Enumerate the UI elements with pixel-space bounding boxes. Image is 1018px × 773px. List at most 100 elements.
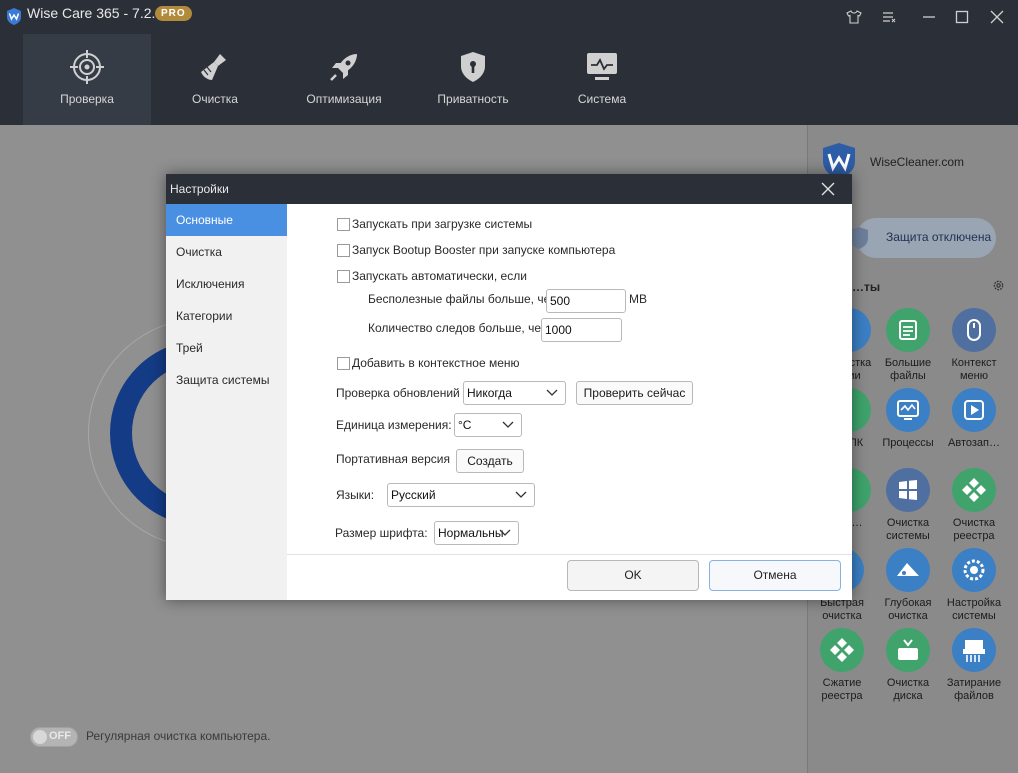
sidebar-item-tray[interactable]: Трей (166, 332, 287, 364)
bootup-booster-checkbox[interactable] (337, 243, 350, 257)
monitor-icon (587, 53, 617, 80)
tshirt-icon[interactable] (843, 6, 865, 28)
bootup-booster-option[interactable]: Запуск Bootup Booster при запуске компью… (337, 242, 615, 258)
language-label: Языки: (336, 488, 375, 502)
bootup-booster-label: Запуск Bootup Booster при запуске компью… (352, 243, 616, 257)
tool-item[interactable]: Затирание файлов (941, 628, 1007, 703)
tool-label: Глубокая очистка (884, 597, 932, 622)
unit-select[interactable]: °C (454, 413, 522, 437)
title-bar: Wise Care 365 - 7.2.6 PRO (0, 0, 1018, 34)
nav-optimize-label: Оптимизация (306, 92, 382, 106)
junk-files-input[interactable] (546, 289, 626, 313)
target-icon (70, 50, 104, 84)
chevron-down-icon (499, 529, 511, 536)
auto-run-option[interactable]: Запускать автоматически, если (337, 268, 527, 284)
context-menu-checkbox[interactable] (337, 356, 350, 370)
sidebar-item-system-protection[interactable]: Защита системы (166, 364, 287, 396)
shield-lock-icon (461, 52, 485, 82)
dialog-footer-divider (287, 554, 852, 555)
tool-item[interactable]: Автозап… (941, 388, 1007, 450)
disk-icon (886, 628, 930, 672)
registry-defrag-icon (820, 628, 864, 672)
startup-icon (952, 388, 996, 432)
font-size-value: Нормальны (438, 526, 504, 540)
font-size-select[interactable]: Нормальны (434, 521, 519, 545)
tools-title: …ты (852, 280, 881, 294)
settings-body: Запускать при загрузке системы Запуск Bo… (287, 204, 852, 600)
tool-item[interactable]: Контекст меню (941, 308, 1007, 383)
tool-item[interactable]: Очистка системы (875, 468, 941, 543)
chevron-down-icon (546, 389, 558, 396)
maximize-button[interactable] (951, 6, 973, 28)
tool-label: Очистка диска (886, 677, 930, 702)
nav-privacy-label: Приватность (437, 92, 509, 106)
gear-icon[interactable] (992, 279, 1005, 292)
menu-icon[interactable] (878, 6, 900, 28)
language-select[interactable]: Русский (387, 483, 535, 507)
unit-value: °C (458, 418, 472, 432)
rocket-icon (330, 54, 357, 81)
tool-item[interactable]: Глубокая очистка (875, 548, 941, 623)
app-logo-icon (7, 8, 21, 25)
dialog-title: Настройки (170, 182, 229, 196)
sidebar-item-categories[interactable]: Категории (166, 300, 287, 332)
nav-clean-label: Очистка (192, 92, 238, 106)
start-on-boot-checkbox[interactable] (337, 217, 350, 231)
sidebar-item-general[interactable]: Основные (166, 204, 287, 236)
nav-system-label: Система (577, 92, 627, 106)
tool-item[interactable]: Процессы (875, 388, 941, 450)
tool-label: Очистка реестра (952, 517, 996, 542)
traces-input[interactable] (541, 318, 622, 342)
traces-label: Количество следов больше, чем (368, 321, 550, 335)
dialog-close-icon[interactable] (818, 179, 838, 199)
tool-label: Настройка системы (946, 597, 1002, 622)
toggle-knob (33, 730, 47, 744)
context-menu-option[interactable]: Добавить в контекстное меню (337, 355, 520, 371)
mouse-icon (952, 308, 996, 352)
chevron-down-icon (502, 421, 514, 428)
create-portable-button[interactable]: Создать (456, 449, 524, 473)
tool-label: Сжатие реестра (821, 677, 863, 702)
sidebar-item-exclusions[interactable]: Исключения (166, 268, 287, 300)
tool-item[interactable]: Настройка системы (941, 548, 1007, 623)
start-on-boot-option[interactable]: Запускать при загрузке системы (337, 216, 532, 232)
tool-label: Большие файлы (884, 357, 932, 382)
nav-system[interactable]: Система (538, 34, 666, 125)
nav-optimize[interactable]: Оптимизация (280, 34, 408, 125)
nav-clean[interactable]: Очистка (151, 34, 279, 125)
chevron-down-icon (515, 491, 527, 498)
cancel-button[interactable]: Отмена (709, 560, 841, 591)
disk-clean-icon (886, 548, 930, 592)
toggle-label: OFF (49, 730, 71, 742)
unit-label: Единица измерения: (336, 418, 452, 432)
junk-files-unit: MB (629, 292, 647, 306)
nav-check[interactable]: Проверка (23, 34, 151, 125)
junk-files-label: Бесполезные файлы больше, чем (368, 292, 559, 306)
sidebar-item-cleaning[interactable]: Очистка (166, 236, 287, 268)
broom-icon (201, 54, 226, 80)
check-now-button[interactable]: Проверить сейчас (576, 381, 693, 405)
auto-run-checkbox[interactable] (337, 269, 350, 283)
font-size-label: Размер шрифта: (335, 526, 428, 540)
ok-button[interactable]: OK (567, 560, 699, 591)
minimize-button[interactable] (918, 6, 940, 28)
pro-badge: PRO (155, 6, 192, 21)
nav-privacy[interactable]: Приватность (409, 34, 537, 125)
brand-link[interactable]: WiseCleaner.com (870, 155, 964, 169)
tool-label: Процессы (882, 437, 934, 449)
close-button[interactable] (986, 6, 1008, 28)
tool-label: Быстрая очистка (820, 597, 864, 622)
protection-status: Защита отключена (886, 230, 992, 244)
tool-label: Затирание файлов (946, 677, 1002, 702)
settings-dialog: Настройки Основные Очистка Исключения Ка… (166, 174, 852, 600)
large-files-icon (886, 308, 930, 352)
update-check-select[interactable]: Никогда (463, 381, 566, 405)
auto-clean-toggle[interactable]: OFF (30, 727, 78, 747)
registry-icon (952, 468, 996, 512)
gear-icon (952, 548, 996, 592)
tool-item[interactable]: Очистка диска (875, 628, 941, 703)
tool-item[interactable]: Сжатие реестра (809, 628, 875, 703)
nav-check-label: Проверка (60, 92, 114, 106)
tool-item[interactable]: Большие файлы (875, 308, 941, 383)
tool-item[interactable]: Очистка реестра (941, 468, 1007, 543)
